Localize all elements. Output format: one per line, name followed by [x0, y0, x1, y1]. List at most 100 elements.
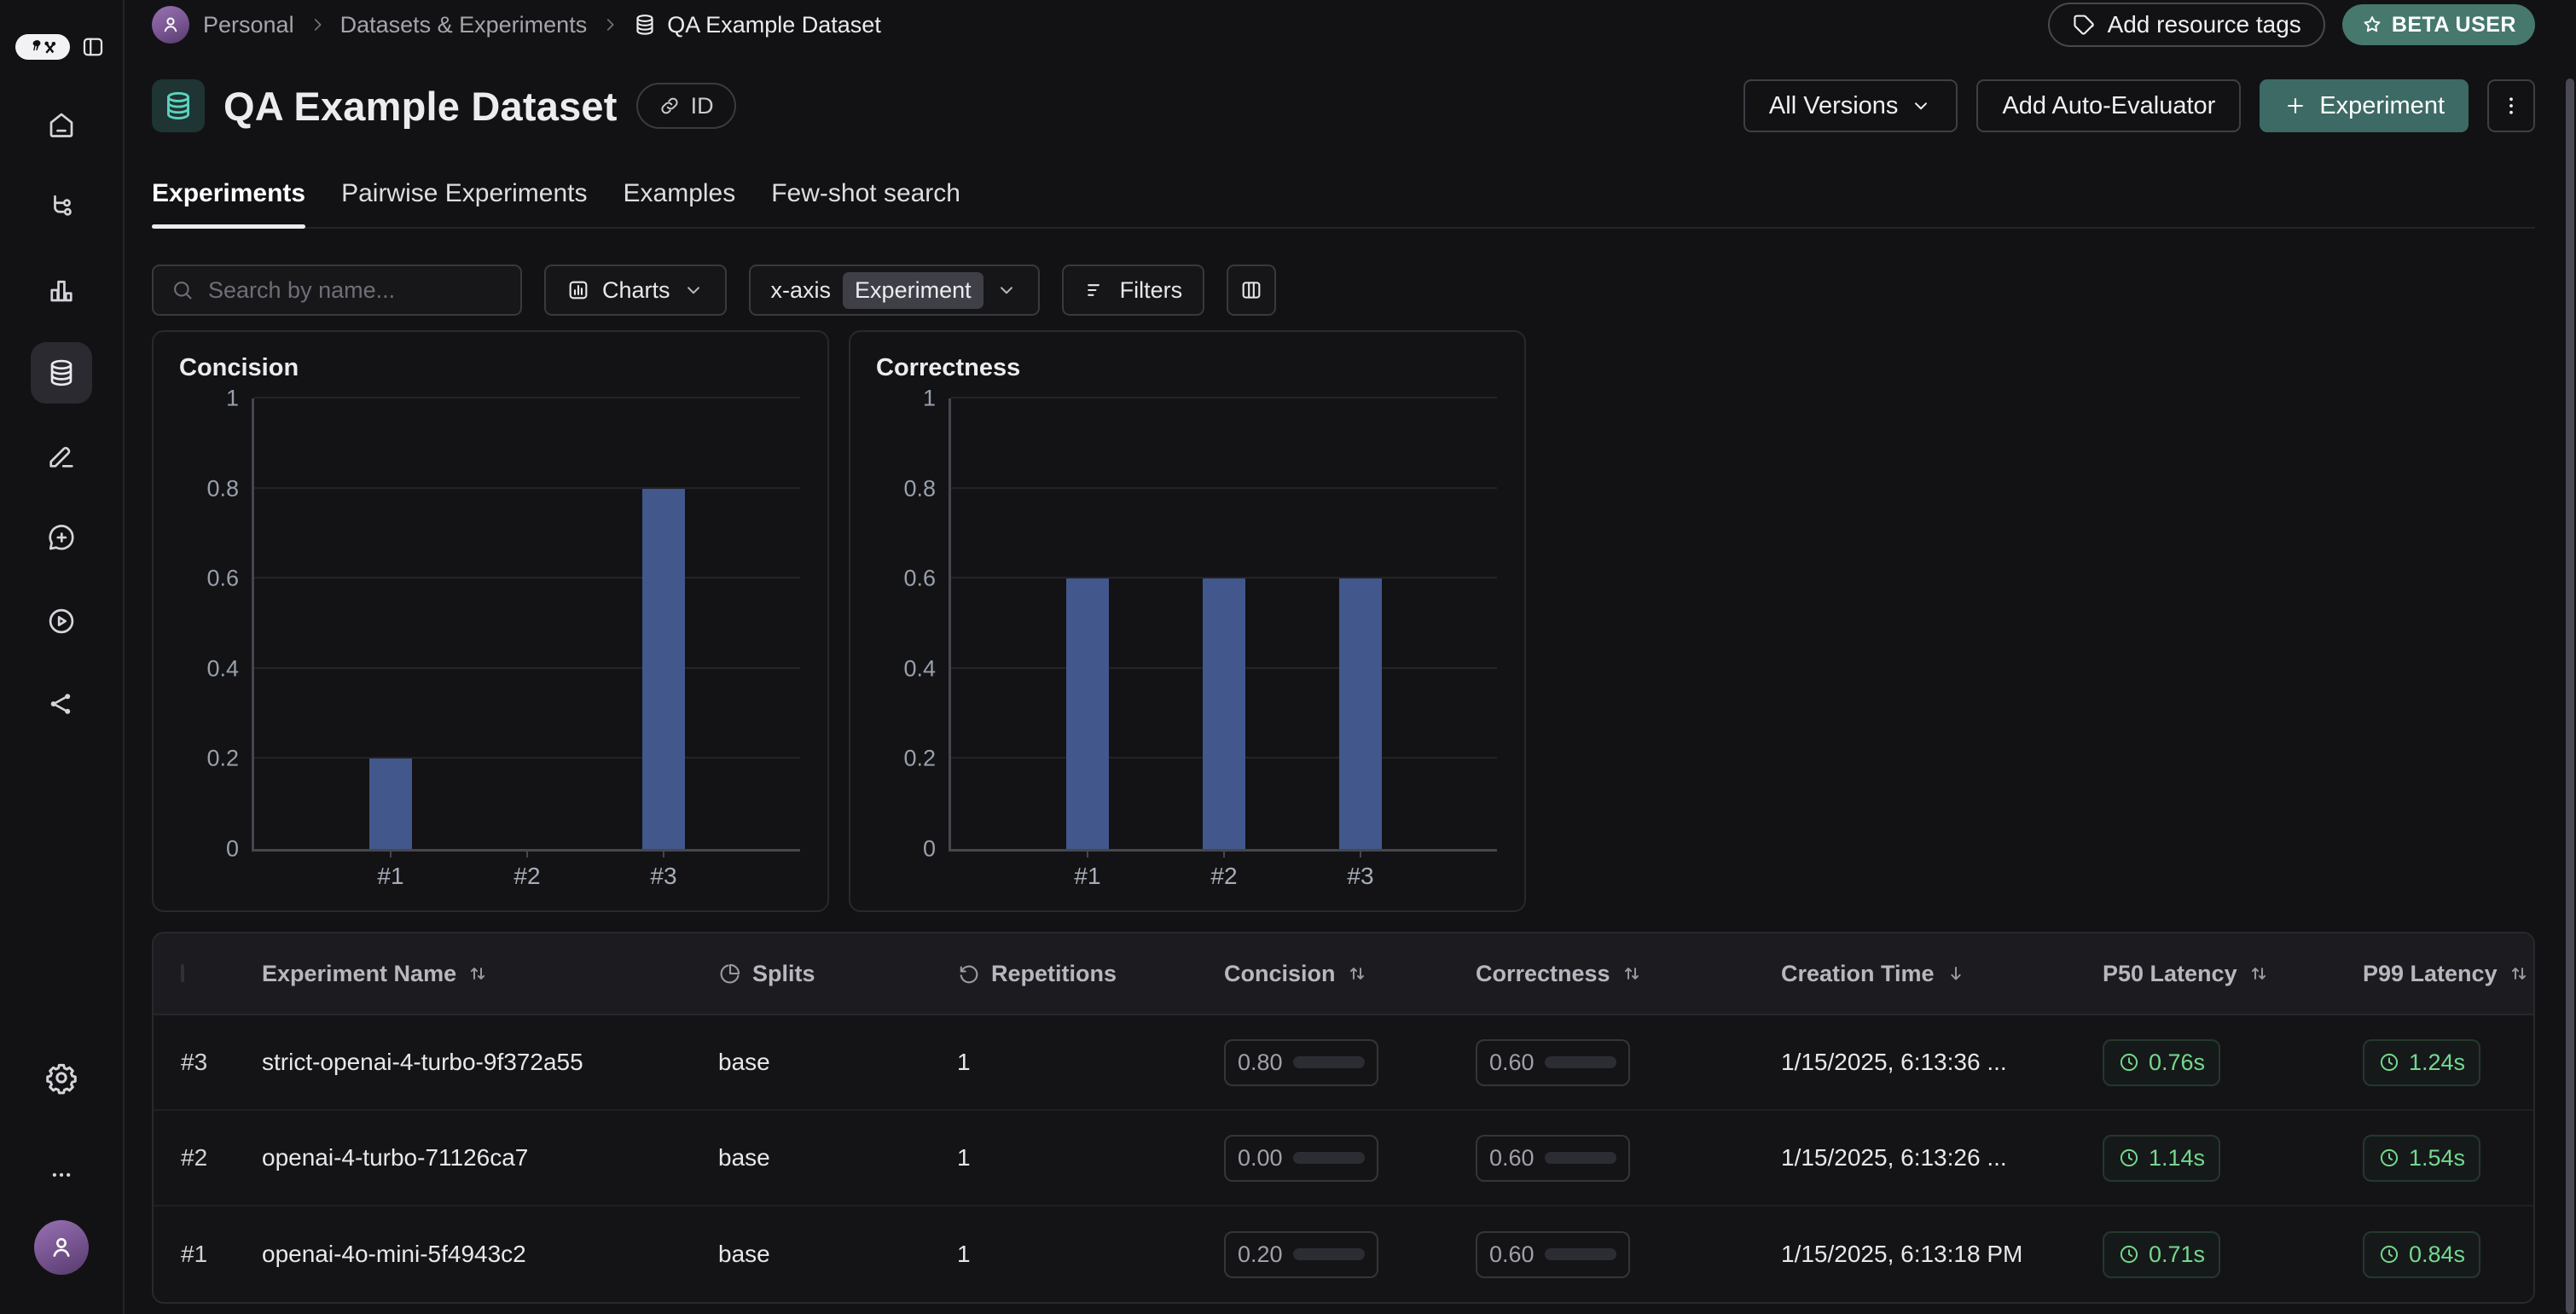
- experiments-table: Experiment NameSplitsRepetitionsConcisio…: [152, 932, 2535, 1304]
- sidebar: [0, 0, 125, 1314]
- add-auto-evaluator-button[interactable]: Add Auto-Evaluator: [1976, 79, 2241, 132]
- cell-p99-latency: 0.84s: [2363, 1231, 2533, 1278]
- column-header-p99-latency[interactable]: P99 Latency: [2363, 961, 2533, 987]
- tab-few-shot-search[interactable]: Few-shot search: [771, 179, 960, 227]
- bar-#3[interactable]: [1339, 579, 1382, 849]
- refresh-icon: [957, 962, 981, 986]
- sidebar-item-deployments[interactable]: [31, 673, 92, 735]
- add-resource-tags-button[interactable]: Add resource tags: [2048, 3, 2325, 47]
- select-all-checkbox[interactable]: [181, 964, 184, 982]
- filters-button[interactable]: Filters: [1062, 265, 1205, 316]
- tab-experiments[interactable]: Experiments: [152, 179, 305, 227]
- x-axis-tick: [1360, 849, 1361, 858]
- more-options-icon[interactable]: [49, 1162, 74, 1188]
- sidebar-item-home[interactable]: [31, 94, 92, 155]
- cell-p99-latency: 1.24s: [2363, 1039, 2533, 1086]
- new-experiment-button[interactable]: Experiment: [2260, 79, 2469, 132]
- sidebar-item-playground[interactable]: [31, 590, 92, 652]
- sort-icon[interactable]: [467, 962, 489, 985]
- cell-p50-latency: 0.71s: [2103, 1231, 2363, 1278]
- search-input[interactable]: [208, 277, 510, 304]
- chevron-right-icon: [308, 15, 327, 34]
- y-axis-tick: 0.8: [206, 475, 239, 502]
- sort-icon[interactable]: [1621, 962, 1643, 985]
- chart-concision: Concision 00.20.40.60.81#1#2#3: [152, 330, 829, 912]
- chevron-down-icon: [682, 279, 705, 301]
- sidebar-item-tracing-projects[interactable]: [31, 177, 92, 238]
- cell-experiment-name[interactable]: openai-4-turbo-71126ca7: [262, 1144, 718, 1172]
- beta-user-badge: BETA USER: [2342, 4, 2535, 45]
- column-header-correctness[interactable]: Correctness: [1476, 961, 1781, 987]
- experiment-row-3[interactable]: #3strict-openai-4-turbo-9f372a55base10.8…: [154, 1015, 2533, 1111]
- sort-icon[interactable]: [2508, 962, 2530, 985]
- column-header-creation-time[interactable]: Creation Time: [1781, 961, 2103, 987]
- bar-#2[interactable]: [1203, 579, 1245, 849]
- gridline: [254, 757, 800, 759]
- columns-button[interactable]: [1227, 265, 1276, 316]
- experiment-row-1[interactable]: #1openai-4o-mini-5f4943c2base10.200.601/…: [154, 1206, 2533, 1302]
- sort-icon[interactable]: [1346, 962, 1368, 985]
- chart-title: Correctness: [876, 354, 1020, 382]
- breadcrumb-personal[interactable]: Personal: [203, 12, 294, 38]
- pie-icon: [718, 962, 742, 986]
- columns-icon: [1239, 278, 1263, 302]
- column-header-splits[interactable]: Splits: [718, 961, 957, 987]
- search-icon: [171, 278, 194, 302]
- score-value: 0.00: [1238, 1145, 1283, 1172]
- all-versions-dropdown[interactable]: All Versions: [1743, 79, 1958, 132]
- concision-score-chip: 0.80: [1224, 1039, 1378, 1086]
- charts-dropdown[interactable]: Charts: [544, 265, 727, 316]
- sort-icon[interactable]: [2248, 962, 2270, 985]
- y-axis-tick: 0: [226, 836, 239, 863]
- langsmith-logo[interactable]: [15, 34, 70, 60]
- x-axis-tick: [390, 849, 392, 858]
- copy-id-button[interactable]: ID: [636, 83, 736, 129]
- cell-experiment-name[interactable]: openai-4o-mini-5f4943c2: [262, 1241, 718, 1268]
- y-axis-tick: 0.4: [206, 655, 239, 682]
- gridline: [951, 397, 1497, 398]
- column-header-concision[interactable]: Concision: [1224, 961, 1476, 987]
- x-axis-tick: [1087, 849, 1088, 858]
- clock-icon: [2378, 1147, 2400, 1169]
- x-axis-label: #3: [650, 863, 676, 890]
- bar-#3[interactable]: [642, 489, 685, 849]
- correctness-score-chip: 0.60: [1476, 1231, 1630, 1278]
- cell-repetitions: 1: [957, 1144, 1224, 1172]
- column-header-experiment-name[interactable]: Experiment Name: [262, 961, 718, 987]
- workspace-avatar[interactable]: [152, 6, 189, 44]
- sidebar-toggle-icon[interactable]: [80, 34, 106, 60]
- user-avatar[interactable]: [34, 1220, 89, 1275]
- cell-experiment-name[interactable]: strict-openai-4-turbo-9f372a55: [262, 1049, 718, 1076]
- bar-#1[interactable]: [1066, 579, 1109, 849]
- correctness-score-chip: 0.60: [1476, 1039, 1630, 1086]
- cell-p50-latency: 1.14s: [2103, 1135, 2363, 1182]
- breadcrumb-datasets-experiments[interactable]: Datasets & Experiments: [340, 12, 588, 38]
- search-box[interactable]: [152, 265, 522, 316]
- tab-pairwise-experiments[interactable]: Pairwise Experiments: [341, 179, 587, 227]
- score-track: [1293, 1248, 1365, 1260]
- xaxis-dropdown[interactable]: x-axis Experiment: [749, 265, 1040, 316]
- vertical-scrollbar[interactable]: [2566, 78, 2574, 1314]
- cell-p50-latency: 0.76s: [2103, 1039, 2363, 1086]
- score-value: 0.60: [1489, 1241, 1535, 1268]
- experiment-row-2[interactable]: #2openai-4-turbo-71126ca7base10.000.601/…: [154, 1111, 2533, 1206]
- sidebar-item-prompts[interactable]: [31, 508, 92, 569]
- sidebar-item-datasets-experiments[interactable]: [31, 342, 92, 404]
- row-index: #2: [181, 1144, 262, 1172]
- sidebar-item-annotation-queues[interactable]: [31, 425, 92, 486]
- more-actions-button[interactable]: [2487, 79, 2535, 132]
- bar-#1[interactable]: [369, 759, 412, 849]
- sidebar-item-dashboards[interactable]: [31, 259, 92, 321]
- column-header-repetitions[interactable]: Repetitions: [957, 961, 1224, 987]
- x-axis-tick: [526, 849, 528, 858]
- settings-gear-icon[interactable]: [44, 1061, 78, 1095]
- column-header-p50-latency[interactable]: P50 Latency: [2103, 961, 2363, 987]
- home-icon: [46, 109, 77, 140]
- y-axis-tick: 0.4: [903, 655, 936, 682]
- tab-examples[interactable]: Examples: [624, 179, 736, 227]
- y-axis-tick: 0.6: [903, 566, 936, 592]
- sort-desc-icon[interactable]: [1945, 962, 1967, 985]
- score-track: [1545, 1056, 1616, 1068]
- app-root: Personal Datasets & Experiments QA Examp…: [0, 0, 2576, 1314]
- cell-splits: base: [718, 1144, 957, 1172]
